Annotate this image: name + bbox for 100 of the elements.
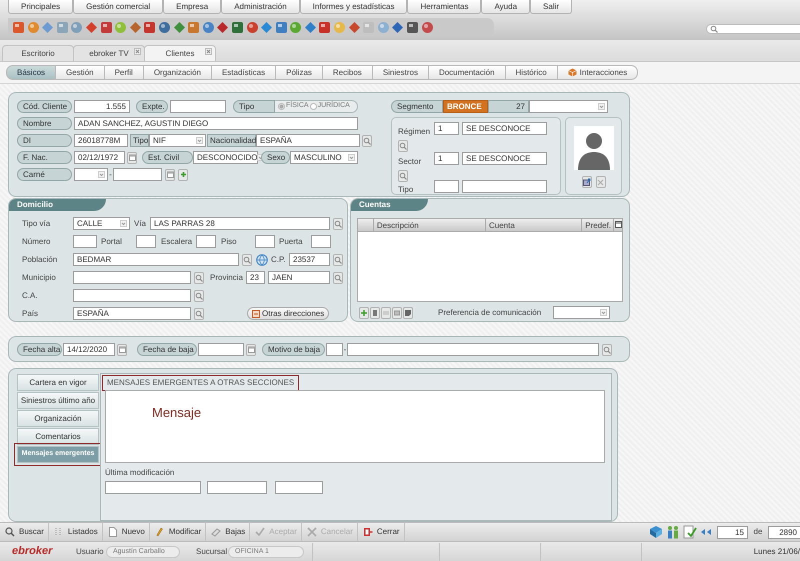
- text-field[interactable]: 23537: [289, 253, 330, 266]
- shortcut-icon[interactable]: [84, 21, 98, 34]
- text-field[interactable]: [196, 235, 216, 248]
- close-icon[interactable]: [134, 48, 141, 55]
- text-field[interactable]: [73, 235, 97, 248]
- lookup-button[interactable]: [333, 254, 343, 266]
- tab[interactable]: Recibos: [322, 65, 373, 80]
- text-field[interactable]: [207, 481, 267, 494]
- text-field[interactable]: [198, 343, 244, 356]
- side-tab[interactable]: Comentarios: [17, 428, 99, 445]
- text-field[interactable]: BEDMAR: [73, 253, 239, 266]
- edit-button[interactable]: [392, 306, 402, 318]
- menu-item[interactable]: Principales: [8, 0, 74, 14]
- column-menu-icon[interactable]: [615, 221, 622, 228]
- shortcut-icon[interactable]: [246, 21, 258, 34]
- tab[interactable]: Pólizas: [276, 65, 323, 80]
- tab[interactable]: ebroker TV: [73, 45, 145, 61]
- dropdown[interactable]: [74, 168, 108, 181]
- menu-item[interactable]: Salir: [530, 0, 572, 14]
- text-field[interactable]: [326, 343, 343, 356]
- calendar-button[interactable]: [165, 168, 175, 180]
- text-field[interactable]: [347, 343, 599, 356]
- shortcut-icon[interactable]: [216, 21, 230, 34]
- text-field[interactable]: 14/12/2020: [63, 343, 115, 356]
- tab[interactable]: Clientes: [144, 45, 216, 61]
- text-field[interactable]: LAS PARRAS 28: [150, 217, 330, 230]
- text-field[interactable]: [136, 235, 156, 248]
- tab[interactable]: Perfil: [104, 65, 144, 80]
- text-field[interactable]: 23: [246, 271, 265, 284]
- side-tab[interactable]: Organización: [17, 410, 99, 427]
- lookup-button[interactable]: [194, 290, 204, 302]
- text-field[interactable]: 1.555: [74, 100, 130, 113]
- print-button[interactable]: [381, 306, 391, 318]
- tab[interactable]: Estadísticas: [212, 65, 276, 80]
- shortcut-icon[interactable]: [12, 21, 25, 34]
- column-header[interactable]: Cuenta: [485, 219, 582, 231]
- text-field[interactable]: SE DESCONOCE: [462, 122, 547, 135]
- tab[interactable]: Organización: [144, 65, 212, 80]
- menu-item[interactable]: Informes y estadísticas: [300, 0, 408, 14]
- dropdown[interactable]: NIF: [149, 134, 206, 147]
- side-tab[interactable]: Siniestros último año: [17, 392, 99, 409]
- shortcut-icon[interactable]: [391, 21, 404, 34]
- text-field[interactable]: [311, 235, 331, 248]
- globe-icon[interactable]: [256, 254, 268, 266]
- text-field[interactable]: 02/12/1972: [74, 151, 125, 164]
- lookup-button[interactable]: [602, 344, 612, 356]
- menu-item[interactable]: Administración: [221, 0, 300, 14]
- other-addresses-button[interactable]: Otras direcciones: [247, 307, 329, 320]
- shortcut-icon[interactable]: [420, 21, 434, 34]
- close-icon[interactable]: [205, 48, 212, 55]
- lookup-button[interactable]: [362, 134, 372, 146]
- calendar-button[interactable]: [127, 152, 137, 164]
- lookup-button[interactable]: [333, 272, 343, 284]
- text-field[interactable]: [275, 481, 323, 494]
- menu-item[interactable]: Gestión comercial: [73, 0, 164, 14]
- dropdown[interactable]: [529, 100, 608, 113]
- column-header[interactable]: Descripción: [372, 219, 485, 231]
- lookup-button[interactable]: [194, 308, 204, 320]
- tab[interactable]: Interacciones: [558, 65, 638, 80]
- dropdown[interactable]: MASCULINO: [290, 151, 358, 164]
- text-field[interactable]: [113, 168, 162, 181]
- text-field[interactable]: ADAN SANCHEZ, AGUSTIN DIEGO: [74, 117, 358, 130]
- add-button[interactable]: [178, 168, 188, 180]
- search-field[interactable]: [706, 24, 800, 34]
- dropdown[interactable]: [553, 306, 610, 319]
- lookup-button[interactable]: [333, 218, 343, 230]
- shortcut-icon[interactable]: [230, 21, 244, 34]
- menu-item[interactable]: Ayuda: [481, 0, 530, 14]
- shortcut-icon[interactable]: [143, 21, 156, 34]
- column-header[interactable]: Predef.: [581, 219, 613, 231]
- upload-button[interactable]: [582, 176, 592, 188]
- text-field[interactable]: 1: [434, 152, 459, 165]
- shortcut-icon[interactable]: [158, 21, 171, 34]
- shortcut-icon[interactable]: [100, 21, 113, 34]
- text-field[interactable]: ESPAÑA: [256, 134, 360, 147]
- shortcut-icon[interactable]: [172, 21, 186, 34]
- shortcut-icon[interactable]: [348, 21, 361, 34]
- calendar-button[interactable]: [117, 344, 127, 356]
- checklist-icon[interactable]: [683, 525, 697, 539]
- text-field[interactable]: [255, 235, 275, 248]
- tab[interactable]: Siniestros: [372, 65, 429, 80]
- message-area[interactable]: Mensaje: [105, 390, 605, 463]
- people-icon[interactable]: [666, 525, 680, 539]
- shortcut-icon[interactable]: [128, 21, 142, 34]
- tab[interactable]: Básicos: [6, 65, 56, 80]
- text-field[interactable]: [462, 180, 547, 193]
- tab[interactable]: Histórico: [506, 65, 558, 80]
- shortcut-icon[interactable]: [260, 21, 274, 34]
- lookup-button[interactable]: [194, 272, 204, 284]
- text-field[interactable]: JAEN: [268, 271, 330, 284]
- text-field[interactable]: 26018778M: [74, 134, 128, 147]
- text-field[interactable]: 2890: [768, 526, 800, 538]
- calendar-button[interactable]: [246, 344, 256, 356]
- tab[interactable]: Escritorio: [2, 45, 74, 61]
- shortcut-icon[interactable]: [304, 21, 317, 34]
- shortcut-icon[interactable]: [274, 21, 288, 34]
- text-field[interactable]: [73, 271, 191, 284]
- menu-item[interactable]: Empresa: [163, 0, 222, 14]
- text-field[interactable]: [434, 180, 459, 193]
- text-field[interactable]: 15: [717, 526, 748, 538]
